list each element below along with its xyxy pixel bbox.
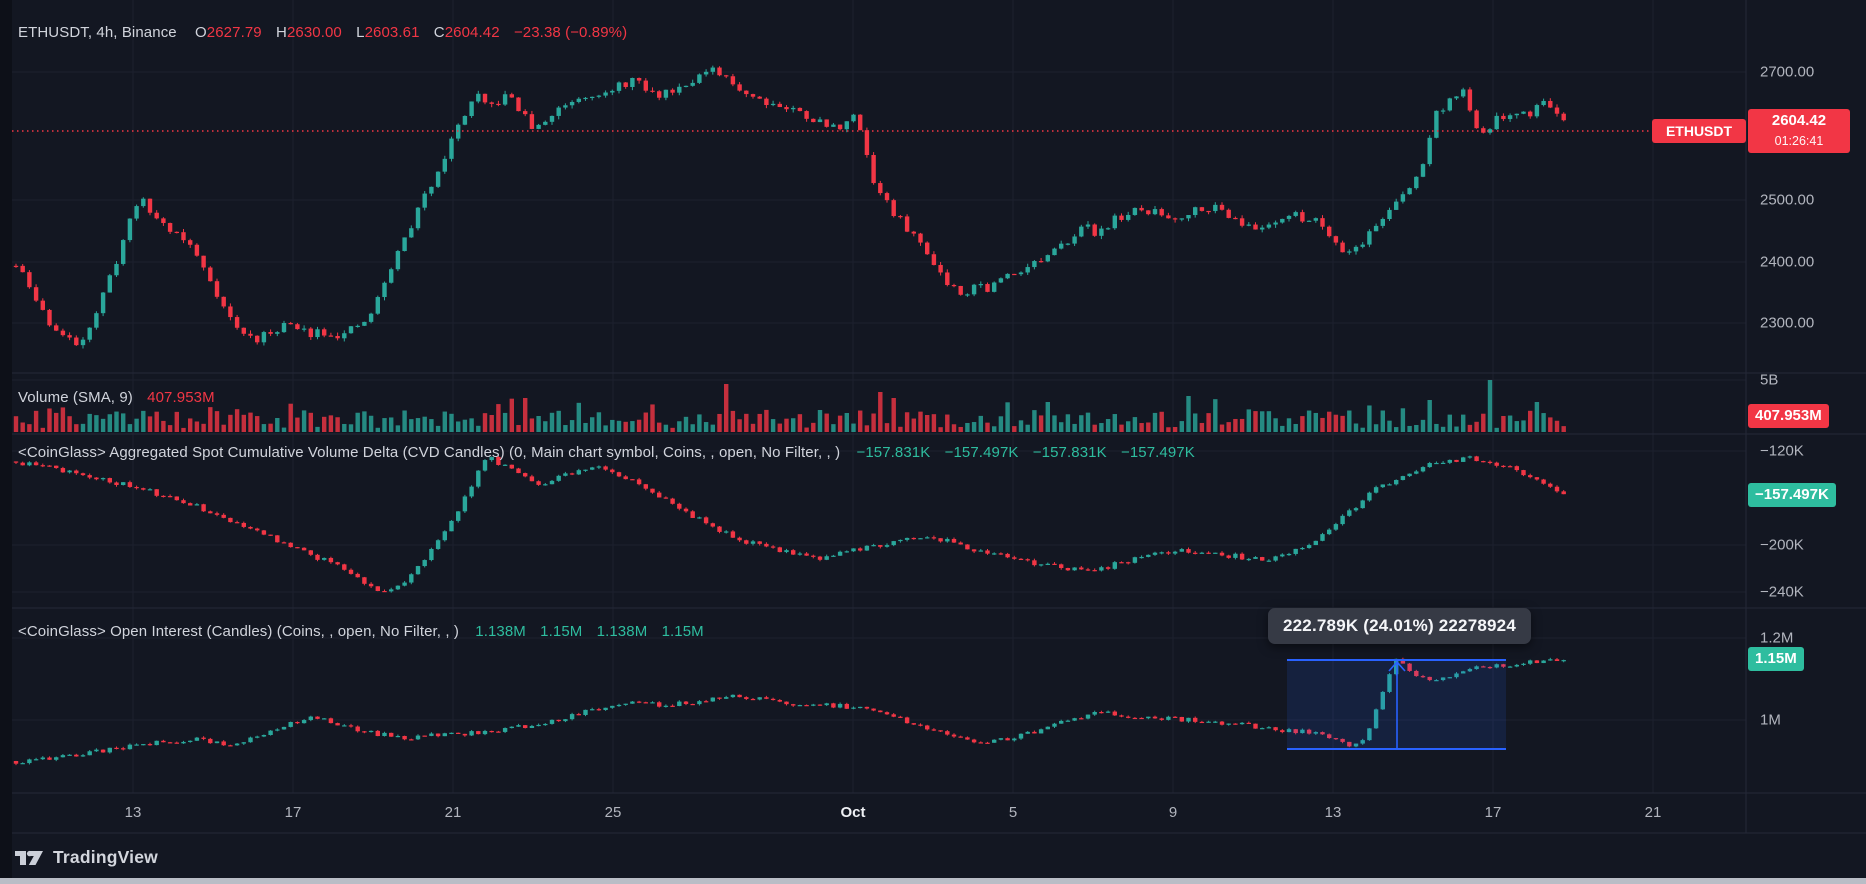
price-tick-label: 2700.00 — [1760, 63, 1815, 81]
oi-indicator-title[interactable]: <CoinGlass> Open Interest (Candles) (Coi… — [18, 623, 459, 640]
ohlc-close-label: C — [433, 24, 445, 41]
price-tick-label: 2300.00 — [1760, 314, 1815, 332]
tradingview-logo[interactable]: TradingView — [14, 845, 158, 869]
measure-range-drawing[interactable] — [1287, 659, 1506, 750]
symbol-price-label-badge[interactable]: ETHUSDT — [1652, 119, 1746, 143]
price-tick-label: 2400.00 — [1760, 253, 1815, 271]
window-bottom-edge — [0, 878, 1866, 884]
tradingview-chart-window: ETHUSDT, 4h, Binance O2627.79 H2630.00 L… — [0, 0, 1866, 884]
oi-value-high: 1.15M — [540, 623, 583, 640]
ohlc-open-label: O — [195, 24, 207, 41]
cvd-value-open: −157.831K — [856, 444, 931, 461]
tradingview-logo-icon — [15, 850, 43, 865]
change-value: −23.38 (−0.89%) — [513, 24, 628, 41]
time-tick-label: 25 — [604, 804, 622, 821]
ohlc-close-value: 2604.42 — [444, 24, 500, 41]
ohlc-low-label: L — [356, 24, 365, 41]
time-tick-label: 13 — [124, 804, 142, 821]
oi-axis-badge[interactable]: 1.15M — [1748, 647, 1804, 671]
cvd-indicator-title[interactable]: <CoinGlass> Aggregated Spot Cumulative V… — [18, 444, 840, 461]
main-symbol-legend[interactable]: ETHUSDT, 4h, Binance O2627.79 H2630.00 L… — [18, 24, 627, 41]
cvd-value-close: −157.497K — [1120, 444, 1195, 461]
cvd-axis-badge[interactable]: −157.497K — [1748, 483, 1836, 507]
price-tick-label: −240K — [1760, 583, 1804, 601]
price-tick-label: 2500.00 — [1760, 191, 1815, 209]
ohlc-high-value: 2630.00 — [286, 24, 342, 41]
ohlc-high-label: H — [276, 24, 287, 41]
left-edge-strip — [0, 0, 12, 884]
symbol-description[interactable]: ETHUSDT, 4h, Binance — [18, 24, 177, 41]
price-tick-label: −200K — [1760, 536, 1804, 554]
oi-value-close: 1.15M — [661, 623, 704, 640]
oi-value-low: 1.138M — [596, 623, 648, 640]
time-tick-label: 13 — [1324, 804, 1342, 821]
chart-canvas[interactable] — [0, 0, 1866, 884]
measure-tooltip: 222.789K (24.01%) 22278924 — [1268, 608, 1531, 644]
bar-countdown: 01:26:41 — [1774, 134, 1824, 148]
volume-value: 407.953M — [147, 389, 215, 406]
price-tick-label: 1.2M — [1760, 629, 1794, 647]
last-price-value: 2604.42 — [1771, 112, 1827, 129]
oi-legend[interactable]: <CoinGlass> Open Interest (Candles) (Coi… — [18, 623, 704, 640]
ohlc-open-value: 2627.79 — [206, 24, 262, 41]
volume-legend[interactable]: Volume (SMA, 9) 407.953M — [18, 389, 215, 406]
cvd-value-low: −157.831K — [1032, 444, 1107, 461]
last-price-badge[interactable]: 2604.42 01:26:41 — [1748, 109, 1850, 153]
volume-indicator-title[interactable]: Volume (SMA, 9) — [18, 389, 133, 406]
cvd-legend[interactable]: <CoinGlass> Aggregated Spot Cumulative V… — [18, 444, 1195, 461]
oi-value-open: 1.138M — [475, 623, 526, 640]
time-tick-label: 21 — [1644, 804, 1662, 821]
time-tick-label: 21 — [444, 804, 462, 821]
tradingview-logo-text: TradingView — [53, 846, 158, 867]
time-tick-label: 17 — [1484, 804, 1502, 821]
volume-axis-badge[interactable]: 407.953M — [1748, 404, 1829, 428]
time-tick-label: Oct — [840, 804, 866, 821]
price-tick-label: 5B — [1760, 371, 1779, 389]
cvd-value-high: −157.497K — [944, 444, 1019, 461]
price-tick-label: 1M — [1760, 711, 1781, 729]
time-tick-label: 9 — [1168, 804, 1178, 821]
ohlc-low-value: 2603.61 — [364, 24, 420, 41]
time-tick-label: 17 — [284, 804, 302, 821]
price-tick-label: −120K — [1760, 442, 1804, 460]
time-tick-label: 5 — [1008, 804, 1018, 821]
